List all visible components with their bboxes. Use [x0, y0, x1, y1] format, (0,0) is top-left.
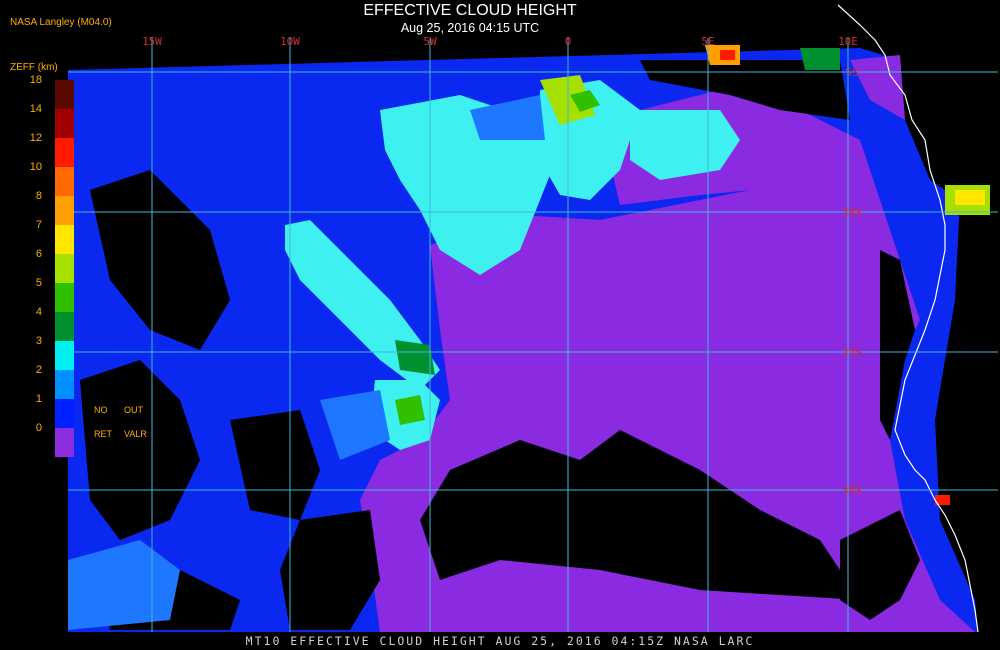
longitude-label: 15W	[142, 35, 162, 48]
out-valr-label-2: VALR	[124, 429, 147, 439]
colorbar-swatch	[55, 225, 74, 254]
longitude-label: 5W	[423, 35, 437, 48]
colorbar-tick: 12	[29, 132, 42, 144]
colorbar-swatch	[55, 312, 74, 341]
colorbar-swatch	[55, 196, 74, 225]
colorbar-swatch	[55, 167, 74, 196]
latitude-label: 25S	[842, 346, 862, 359]
colorbar-tick: 6	[35, 248, 42, 260]
colorbar-swatch	[55, 80, 74, 109]
colorbar-swatch	[55, 109, 74, 138]
longitude-label: 10E	[838, 35, 858, 48]
longitude-label: 5E	[701, 35, 714, 48]
colorbar-tick: 10	[29, 161, 42, 173]
latitude-label: 20S	[842, 206, 862, 219]
colorbar-swatch	[55, 283, 74, 312]
colorbar-swatch	[55, 138, 74, 167]
colorbar-swatch	[55, 428, 74, 457]
out-valr-label-1: OUT	[124, 405, 143, 415]
colorbar-tick: 3	[35, 335, 42, 347]
colorbar-tick: 18	[29, 74, 42, 86]
colorbar-tick: 4	[35, 306, 42, 318]
map-title: EFFECTIVE CLOUD HEIGHT	[363, 2, 577, 19]
colorbar-tick: 7	[35, 219, 42, 231]
colorbar-swatch	[55, 370, 74, 399]
colorbar-tick: 8	[35, 190, 42, 202]
map-timestamp: Aug 25, 2016 04:15 UTC	[400, 21, 540, 35]
latitude-label: 30S	[842, 484, 862, 497]
colorbar-tick: 5	[35, 277, 42, 289]
colorbar-tick: 2	[35, 364, 42, 376]
colorbar-swatch	[55, 254, 74, 283]
colorbar-swatch	[55, 399, 74, 428]
cloud-height-map: 15W 10W 5W 0 5E 10E 5S 20S 25S 30S	[68, 4, 998, 633]
longitude-label: 10W	[280, 35, 300, 48]
colorbar-tick: 14	[29, 103, 42, 115]
colorbar-swatch	[55, 341, 74, 370]
colorbar-tick: 0	[35, 422, 42, 434]
latitude-label: 5S	[845, 66, 858, 79]
colorbar-title: ZEFF (km)	[10, 62, 58, 73]
footer-caption: MT10 EFFECTIVE CLOUD HEIGHT AUG 25, 2016…	[245, 634, 755, 648]
no-ret-label-2: RET	[94, 429, 112, 439]
colorbar-tick: 1	[35, 393, 42, 405]
longitude-labels: 15W 10W 5W 0 5E 10E	[142, 35, 858, 48]
longitude-label: 0	[565, 35, 572, 48]
no-ret-label-1: NO	[94, 405, 108, 415]
